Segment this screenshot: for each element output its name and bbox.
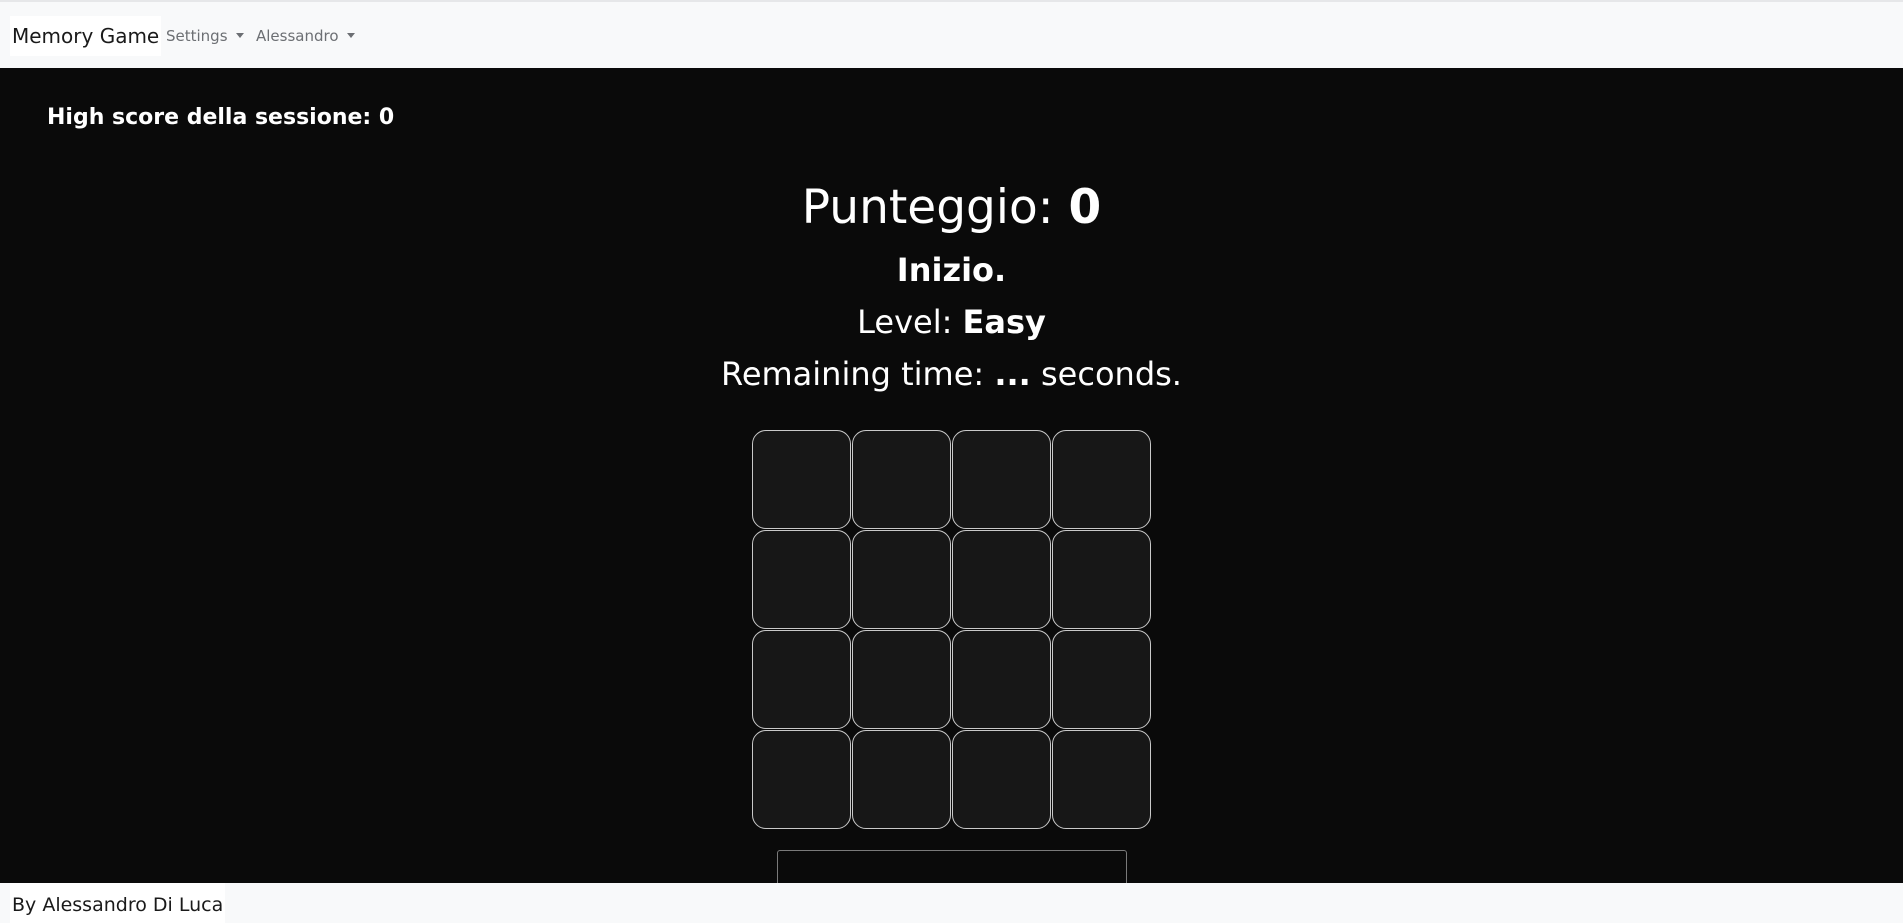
memory-card[interactable] bbox=[952, 630, 1051, 729]
memory-card[interactable] bbox=[752, 530, 851, 629]
memory-card[interactable] bbox=[1052, 730, 1151, 829]
memory-card[interactable] bbox=[952, 430, 1051, 529]
remaining-time: Remaining time: ... seconds. bbox=[0, 354, 1903, 394]
footer: By Alessandro Di Luca bbox=[0, 883, 1903, 923]
memory-card[interactable] bbox=[852, 730, 951, 829]
card-grid bbox=[752, 430, 1152, 830]
game-action-button[interactable] bbox=[777, 850, 1127, 883]
highscore-value: 0 bbox=[378, 105, 395, 130]
memory-card[interactable] bbox=[952, 530, 1051, 629]
memory-card[interactable] bbox=[852, 630, 951, 729]
settings-dropdown[interactable]: Settings bbox=[166, 26, 244, 46]
memory-card[interactable] bbox=[752, 430, 851, 529]
time-value: ... bbox=[994, 355, 1031, 393]
session-highscore: High score della sessione: 0 bbox=[47, 104, 394, 132]
level-display: Level: Easy bbox=[0, 302, 1903, 342]
game-status: Inizio. bbox=[896, 251, 1007, 289]
score-display: Punteggio: 0 bbox=[0, 178, 1903, 238]
memory-card[interactable] bbox=[952, 730, 1051, 829]
caret-down-icon bbox=[346, 33, 355, 38]
memory-card[interactable] bbox=[752, 630, 851, 729]
score-value: 0 bbox=[1068, 180, 1102, 235]
memory-card[interactable] bbox=[752, 730, 851, 829]
time-label: Remaining time: bbox=[721, 355, 985, 393]
user-dropdown[interactable]: Alessandro bbox=[256, 26, 355, 46]
level-label: Level: bbox=[857, 303, 953, 341]
memory-card[interactable] bbox=[852, 430, 951, 529]
memory-card[interactable] bbox=[852, 530, 951, 629]
memory-card[interactable] bbox=[1052, 530, 1151, 629]
score-label: Punteggio: bbox=[801, 180, 1054, 235]
memory-card[interactable] bbox=[1052, 430, 1151, 529]
brand-title[interactable]: Memory Game bbox=[10, 16, 162, 56]
level-value: Easy bbox=[962, 303, 1046, 341]
time-suffix: seconds. bbox=[1041, 355, 1182, 393]
highscore-label: High score della sessione: bbox=[47, 105, 372, 130]
user-label: Alessandro bbox=[256, 27, 339, 45]
settings-label: Settings bbox=[166, 27, 228, 45]
memory-card[interactable] bbox=[1052, 630, 1151, 729]
game-area: High score della sessione: 0 Punteggio: … bbox=[0, 68, 1903, 883]
footer-credit: By Alessandro Di Luca bbox=[10, 883, 226, 923]
navbar: Memory Game Settings Alessandro bbox=[0, 0, 1903, 68]
caret-down-icon bbox=[235, 33, 244, 38]
